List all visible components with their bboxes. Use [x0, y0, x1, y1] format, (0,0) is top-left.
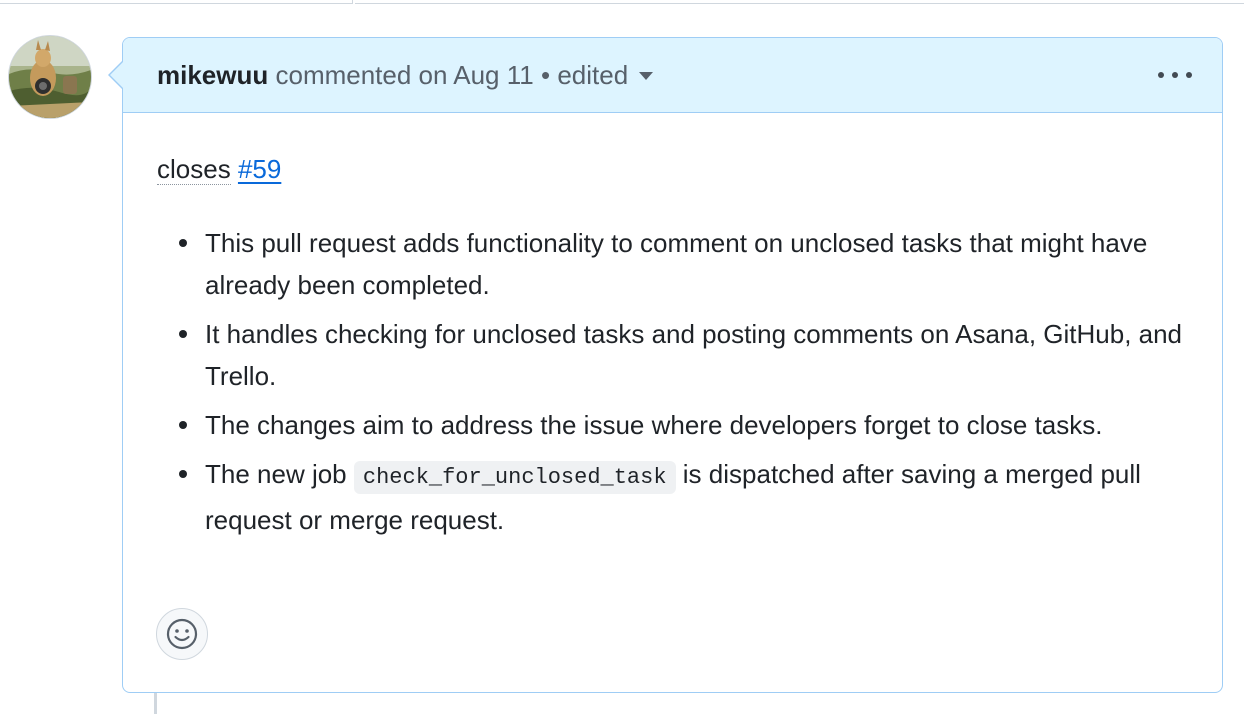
issue-link[interactable]: #59 [238, 154, 281, 184]
comment-meta: mikewuu commented on Aug 11 • edited [157, 59, 654, 91]
comment-timestamp[interactable]: commented on Aug 11 [275, 60, 533, 90]
comment-header: mikewuu commented on Aug 11 • edited [123, 38, 1222, 113]
closes-keyword: closes [157, 154, 231, 185]
comment-caret-fill [110, 61, 124, 89]
summary-list: This pull request adds functionality to … [157, 222, 1192, 541]
meta-separator: • [540, 60, 551, 90]
kebab-horizontal-icon[interactable] [1158, 62, 1192, 88]
edited-dropdown[interactable]: edited [557, 60, 654, 90]
author-link[interactable]: mikewuu [157, 60, 268, 90]
comment-card: mikewuu commented on Aug 11 • edited clo… [108, 37, 1223, 693]
add-reaction-button[interactable] [156, 608, 208, 660]
smiley-icon [166, 618, 198, 650]
closes-line: closes #59 [157, 148, 1192, 190]
avatar[interactable] [9, 36, 91, 118]
list-item: It handles checking for unclosed tasks a… [157, 313, 1192, 397]
triangle-down-icon [639, 72, 654, 81]
comment-body: closes #59 This pull request adds functi… [157, 148, 1192, 548]
avatar-image [9, 36, 91, 118]
list-item: The changes aim to address the issue whe… [157, 404, 1192, 446]
inline-code: check_for_unclosed_task [353, 461, 676, 494]
list-item-text: The new job [205, 459, 347, 489]
edited-label: edited [557, 60, 629, 90]
list-item: The new job check_for_unclosed_task is d… [157, 453, 1192, 541]
timeline-connector [154, 693, 157, 714]
tab-underline [0, 0, 1244, 4]
list-item: This pull request adds functionality to … [157, 222, 1192, 306]
